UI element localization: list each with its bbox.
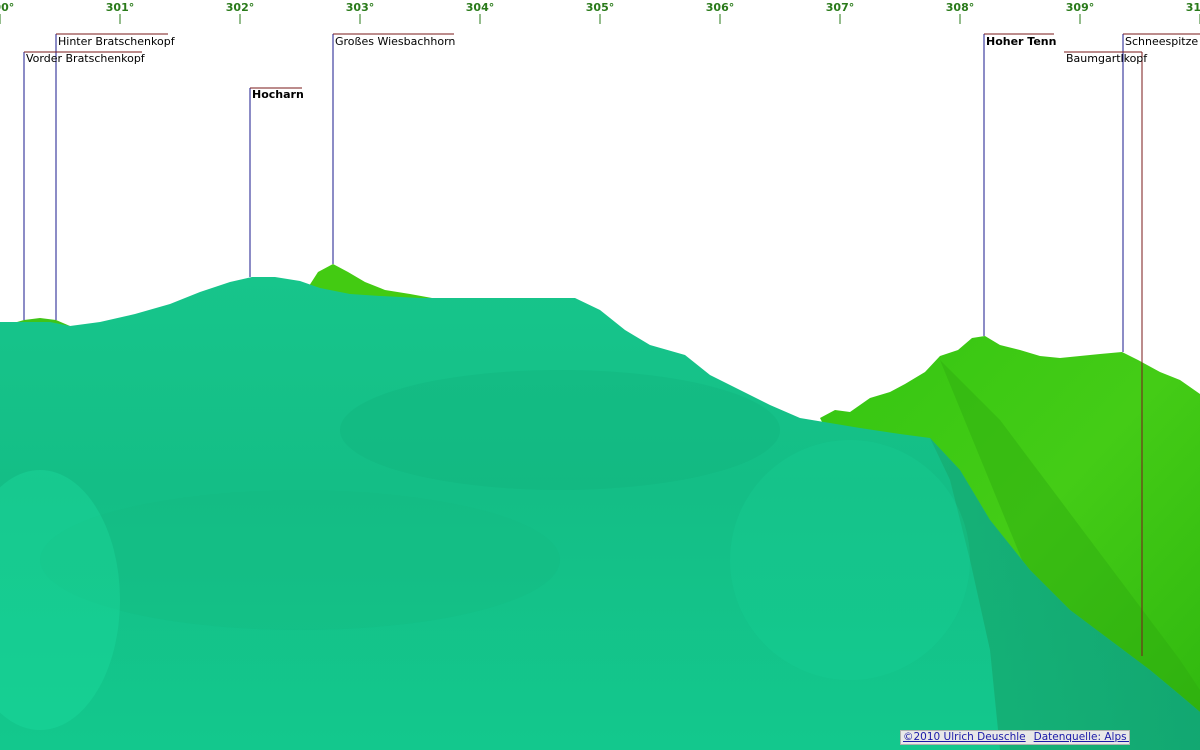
compass-tick-label: 301° xyxy=(106,1,134,14)
compass-tick-label: 303° xyxy=(346,1,374,14)
copyright-link[interactable]: ©2010 Ulrich Deuschle xyxy=(903,731,1026,743)
compass-tick-label: 306° xyxy=(706,1,734,14)
peak-label-schneespitze[interactable]: Schneespitze xyxy=(1125,35,1198,48)
peak-label-vorder-bratschenkopf[interactable]: Vorder Bratschenkopf xyxy=(26,52,146,65)
data-source-link[interactable]: Datenquelle: Alps 1" xyxy=(1034,731,1129,743)
peak-label-hoher-tenn[interactable]: Hoher Tenn xyxy=(986,35,1056,48)
terrain-shade xyxy=(340,370,780,490)
compass-tick-label: 304° xyxy=(466,1,494,14)
compass-axis: 300° 301° 302° 303° 304° 305° 306° 307° 308° 309°… xyxy=(0,1,1200,24)
panorama-view: 300° 301° 302° 303° 304° 305° 306° 307° 308° 309°… xyxy=(0,1,1200,750)
compass-tick-label: 308° xyxy=(946,1,974,14)
peak-label-baumgartlkopf[interactable]: Baumgartlkopf xyxy=(1066,52,1148,65)
peak-label-hinter-bratschenkopf[interactable]: Hinter Bratschenkopf xyxy=(58,35,176,48)
compass-tick-label: 300° xyxy=(0,1,14,14)
peak-label-grosses-wiesbachhorn[interactable]: Großes Wiesbachhorn xyxy=(335,35,455,48)
terrain-highlight xyxy=(730,440,970,680)
compass-tick-label: 307° xyxy=(826,1,854,14)
compass-tick-label: 310° xyxy=(1186,1,1200,14)
compass-tick-label: 305° xyxy=(586,1,614,14)
compass-tick-label: 309° xyxy=(1066,1,1094,14)
peak-label-hocharn[interactable]: Hocharn xyxy=(252,88,304,101)
compass-tick-label: 302° xyxy=(226,1,254,14)
credits-bar: ©2010 Ulrich Deuschle Datenquelle: Alps 1… xyxy=(900,730,1130,745)
